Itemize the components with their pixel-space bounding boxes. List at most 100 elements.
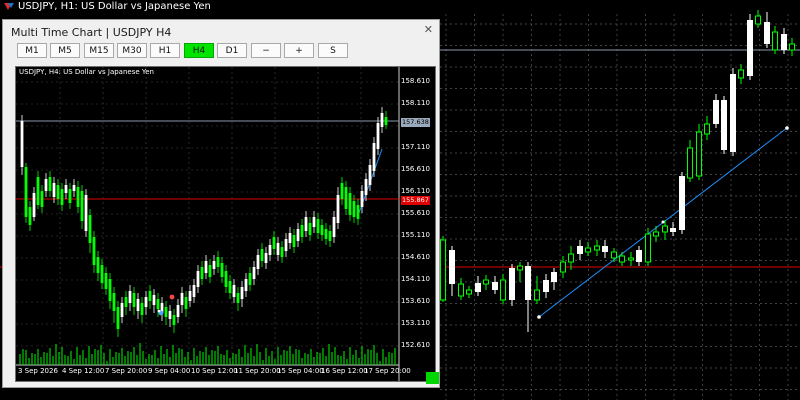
tf-button-m15[interactable]: M15 (84, 43, 114, 58)
main-chart-title-text: USDJPY, H1: US Dollar vs Japanese Yen (18, 1, 211, 12)
candle-body (156, 299, 160, 309)
candle-body (356, 205, 360, 219)
tf-button-d1[interactable]: D1 (217, 43, 247, 58)
candle-body (679, 176, 685, 230)
x-tick-label: 3 Sep 2026 (18, 367, 58, 375)
candle-body (300, 225, 304, 237)
app-logo-icon (4, 2, 14, 11)
candle-body (534, 289, 540, 301)
candle-body (276, 243, 280, 255)
y-tick-label: 157.110 (401, 143, 430, 151)
candle-body (188, 291, 192, 301)
candle-body (92, 237, 96, 265)
candle-body (721, 100, 727, 150)
chart-background (16, 67, 435, 381)
candle-body (64, 185, 68, 193)
x-tick-label: 17 Sep 20:00 (364, 367, 411, 375)
candle-body (44, 179, 48, 191)
candle-body (124, 297, 128, 307)
candle-body (384, 117, 388, 125)
candle-body (645, 233, 651, 263)
candle-body (224, 271, 228, 287)
candle-body (100, 265, 104, 283)
candle-body (256, 255, 260, 269)
candle-body (268, 245, 272, 255)
candle-body (260, 249, 264, 261)
candle-body (32, 193, 36, 217)
candle-body (344, 187, 348, 209)
y-tick-label: 158.610 (401, 77, 430, 85)
candle-body (368, 165, 372, 185)
candle-body (176, 305, 180, 317)
candle-body (204, 261, 208, 273)
zoom-in-button[interactable]: + (284, 43, 314, 58)
candle-body (483, 279, 489, 285)
candle-body (348, 193, 352, 215)
candle-body (360, 191, 364, 207)
candle-body (84, 195, 88, 231)
candle-body (328, 231, 332, 241)
y-tick-label: 155.110 (401, 231, 430, 239)
candle-body (208, 265, 212, 277)
level-price-label: 155.867 (401, 196, 430, 205)
candle-body (304, 217, 308, 231)
candle-body (713, 100, 719, 124)
candle-body (216, 257, 220, 267)
candle-body (136, 299, 140, 311)
candle-body (120, 303, 124, 317)
candle-body (475, 283, 481, 292)
candle-body (52, 183, 56, 197)
x-tick-label: 10 Sep 12:00 (191, 367, 238, 375)
y-tick-label: 153.610 (401, 297, 430, 305)
zoom-out-button[interactable]: − (251, 43, 281, 58)
candle-body (108, 279, 112, 301)
x-tick-label: 7 Sep 20:00 (105, 367, 148, 375)
candle-body (168, 311, 172, 319)
candle-body (212, 261, 216, 269)
candle-body (324, 229, 328, 239)
candle-body (320, 225, 324, 235)
candle-body (636, 250, 642, 262)
candle-body (248, 273, 252, 285)
trade-marker (157, 309, 161, 313)
candle-body (509, 268, 515, 300)
tf-button-m30[interactable]: M30 (117, 43, 147, 58)
y-tick-label: 158.110 (401, 99, 430, 107)
candle-body (116, 307, 120, 329)
candle-body (747, 20, 753, 76)
y-tick-label: 154.110 (401, 275, 430, 283)
candle-body (466, 289, 472, 295)
candle-body (20, 121, 24, 167)
candle-body (440, 239, 446, 301)
candle-body (28, 207, 32, 225)
candle-body (336, 195, 340, 223)
h4-chart[interactable] (16, 67, 436, 382)
candle-body (88, 215, 92, 243)
tf-button-h1[interactable]: H1 (150, 43, 180, 58)
candle-body (40, 191, 44, 207)
candle-body (500, 279, 506, 301)
candle-body (104, 273, 108, 289)
status-indicator[interactable] (426, 372, 439, 384)
candle-body (340, 183, 344, 199)
s-button[interactable]: S (318, 43, 348, 58)
candle-body (292, 235, 296, 247)
candle-body (458, 283, 464, 297)
y-tick-label: 156.110 (401, 187, 430, 195)
candle-body (611, 251, 617, 259)
candle-body (288, 233, 292, 243)
close-icon[interactable]: ✕ (424, 23, 433, 36)
candle-body (244, 279, 248, 291)
h4-chart-title: USDJPY, H4: US Dollar vs Japanese Yen (19, 68, 154, 76)
candle-body (236, 293, 240, 303)
candle-body (764, 22, 770, 44)
candle-body (200, 267, 204, 279)
tf-button-m1[interactable]: M1 (17, 43, 47, 58)
candle-body (192, 285, 196, 297)
tf-button-m5[interactable]: M5 (50, 43, 80, 58)
candle-body (76, 187, 80, 207)
candle-body (492, 282, 498, 290)
h4-chart-panel[interactable]: USDJPY, H4: US Dollar vs Japanese Yen 15… (15, 66, 436, 382)
tf-button-h4[interactable]: H4 (184, 43, 214, 58)
multi-time-chart-window[interactable]: Multi Time Chart | USDJPY H4 ✕ M1 M5 M15… (2, 19, 440, 388)
